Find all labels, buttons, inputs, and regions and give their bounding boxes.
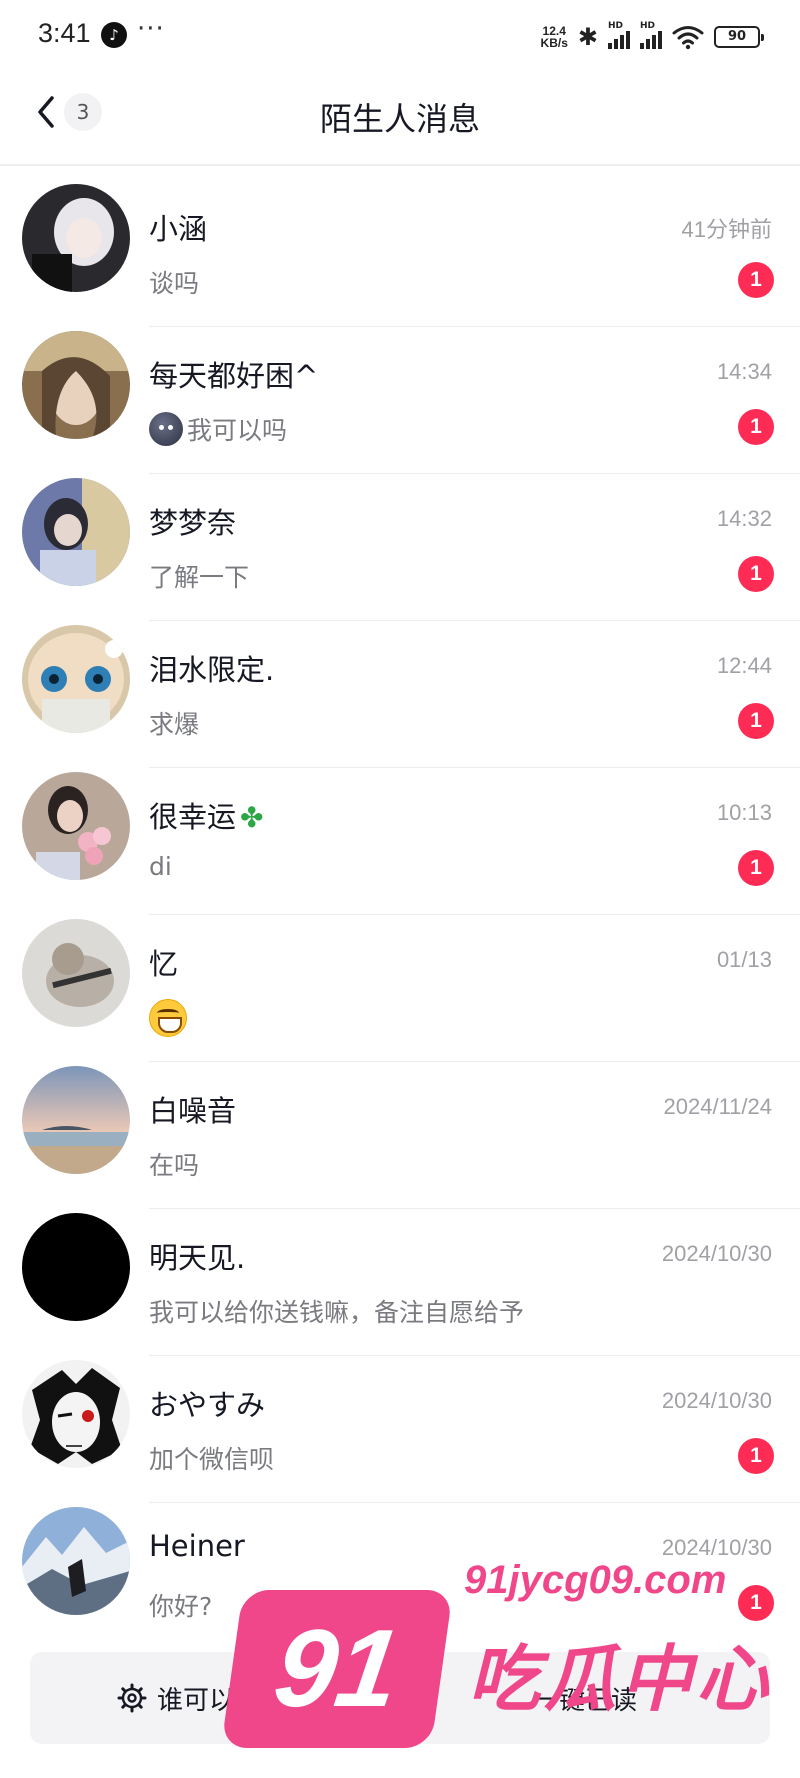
message-time: 41分钟前 [681,217,772,242]
message-row[interactable]: 梦梦奈 了解一下 14:32 1 [0,474,800,621]
battery-indicator: 90 [714,26,764,48]
contact-name: 小涵 [149,212,208,246]
unread-badge: 1 [738,703,774,739]
contact-name: 白噪音 [149,1094,237,1128]
avatar[interactable] [22,772,130,880]
message-row[interactable]: 每天都好困^ 我可以吗 14:34 1 [0,327,800,474]
message-preview-text: 在吗 [149,1151,200,1180]
unread-badge: 1 [738,1438,774,1474]
message-row[interactable]: 明天见. 我可以给你送钱嘛，备注自愿给予 2024/10/30 [0,1209,800,1356]
blob-emoji-icon [149,412,183,446]
message-preview [149,999,187,1037]
message-time: 14:34 [716,359,772,384]
message-preview-text: 我可以吗 [187,416,288,445]
message-time: 12:44 [716,653,772,678]
status-bar: 3:41 ♪ ··· 12.4 KB/s ✱ HD HD 90 [0,0,800,74]
message-preview-text: 我可以给你送钱嘛，备注自愿给予 [149,1298,525,1327]
message-time: 2024/10/30 [661,1388,772,1413]
unread-badge: 1 [738,850,774,886]
message-time: 2024/11/24 [663,1094,772,1119]
signal-hd-label-2: HD [640,21,656,31]
avatar[interactable] [22,1066,130,1174]
message-preview-text: 了解一下 [149,563,250,592]
signal-icon-2: HD [640,21,662,49]
contact-name: 每天都好困^ [149,359,319,393]
message-time: 01/13 [716,947,772,972]
avatar[interactable] [22,478,130,586]
message-list: 小涵 谈吗 41分钟前 1 每天都好困^ 我可以吗 14:34 1 梦梦奈 了解… [0,180,800,1650]
avatar[interactable] [22,625,130,733]
watermark-url: 91jycg09.com [464,1558,727,1602]
avatar[interactable] [22,1507,130,1615]
bluetooth-icon: ✱ [577,23,598,51]
network-speed: 12.4 KB/s [541,25,568,49]
message-row[interactable]: 很幸运 ✤ di 10:13 1 [0,768,800,915]
contact-name: Heiner [149,1529,245,1563]
message-preview-text: 求爆 [149,710,200,739]
wifi-icon [672,26,704,50]
message-row[interactable]: おやすみ 加个微信呗 2024/10/30 1 [0,1356,800,1503]
avatar[interactable] [22,184,130,292]
status-indicators: 12.4 KB/s ✱ HD HD 90 [541,20,764,54]
avatar[interactable] [22,919,130,1027]
contact-name: 泪水限定. [149,653,275,687]
watermark-name: 吃瓜中心 [468,1637,773,1721]
contact-name: 忆 [149,947,179,981]
message-row[interactable]: 小涵 谈吗 41分钟前 1 [0,180,800,327]
message-preview: 谈吗 [149,264,199,300]
message-preview: 我可以给你送钱嘛，备注自愿给予 [149,1293,524,1329]
header: 3 陌生人消息 [0,74,800,166]
avatar[interactable] [22,1213,130,1321]
message-preview-text: 加个微信呗 [149,1445,275,1474]
grinning-sweat-emoji-icon [149,999,187,1037]
message-preview-text: 谈吗 [149,269,200,298]
gear-icon [117,1683,147,1713]
message-time: 2024/10/30 [661,1241,772,1266]
network-speed-unit: KB/s [540,36,568,50]
unread-badge: 1 [738,262,774,298]
watermark-badge: 91 [220,1590,454,1748]
message-preview: di [149,852,172,881]
message-preview-text: 你好? [149,1592,213,1621]
status-more-icon: ··· [137,14,165,44]
message-preview-text: di [149,852,172,881]
signal-hd-label: HD [608,21,624,31]
unread-badge: 1 [738,409,774,445]
watermark-logo: 91 91jycg09.com 吃瓜中心 [220,1558,792,1758]
message-preview: 在吗 [149,1146,199,1182]
avatar[interactable] [22,331,130,439]
contact-name-text: 很幸运 [149,800,237,834]
signal-icon: HD [608,21,630,49]
contact-name: おやすみ [149,1388,266,1422]
tiktok-icon: ♪ [101,22,127,48]
contact-name: 梦梦奈 [149,506,237,540]
message-row[interactable]: 白噪音 在吗 2024/11/24 [0,1062,800,1209]
message-row[interactable]: 泪水限定. 求爆 12:44 1 [0,621,800,768]
message-row[interactable]: 忆 01/13 [0,915,800,1062]
message-preview: 求爆 [149,705,199,741]
unread-badge: 1 [738,556,774,592]
status-time: 3:41 [38,18,91,48]
contact-name: 明天见. [149,1241,246,1275]
message-preview: 你好? [149,1587,212,1623]
avatar[interactable] [22,1360,130,1468]
message-preview: 了解一下 [149,558,249,594]
clover-emoji-icon: ✤ [240,801,264,834]
message-time: 10:13 [716,800,772,825]
page-title: 陌生人消息 [319,100,480,138]
message-time: 14:32 [716,506,772,531]
contact-name: 很幸运 ✤ [149,794,263,836]
message-preview: 我可以吗 [149,411,287,447]
message-preview: 加个微信呗 [149,1440,274,1476]
